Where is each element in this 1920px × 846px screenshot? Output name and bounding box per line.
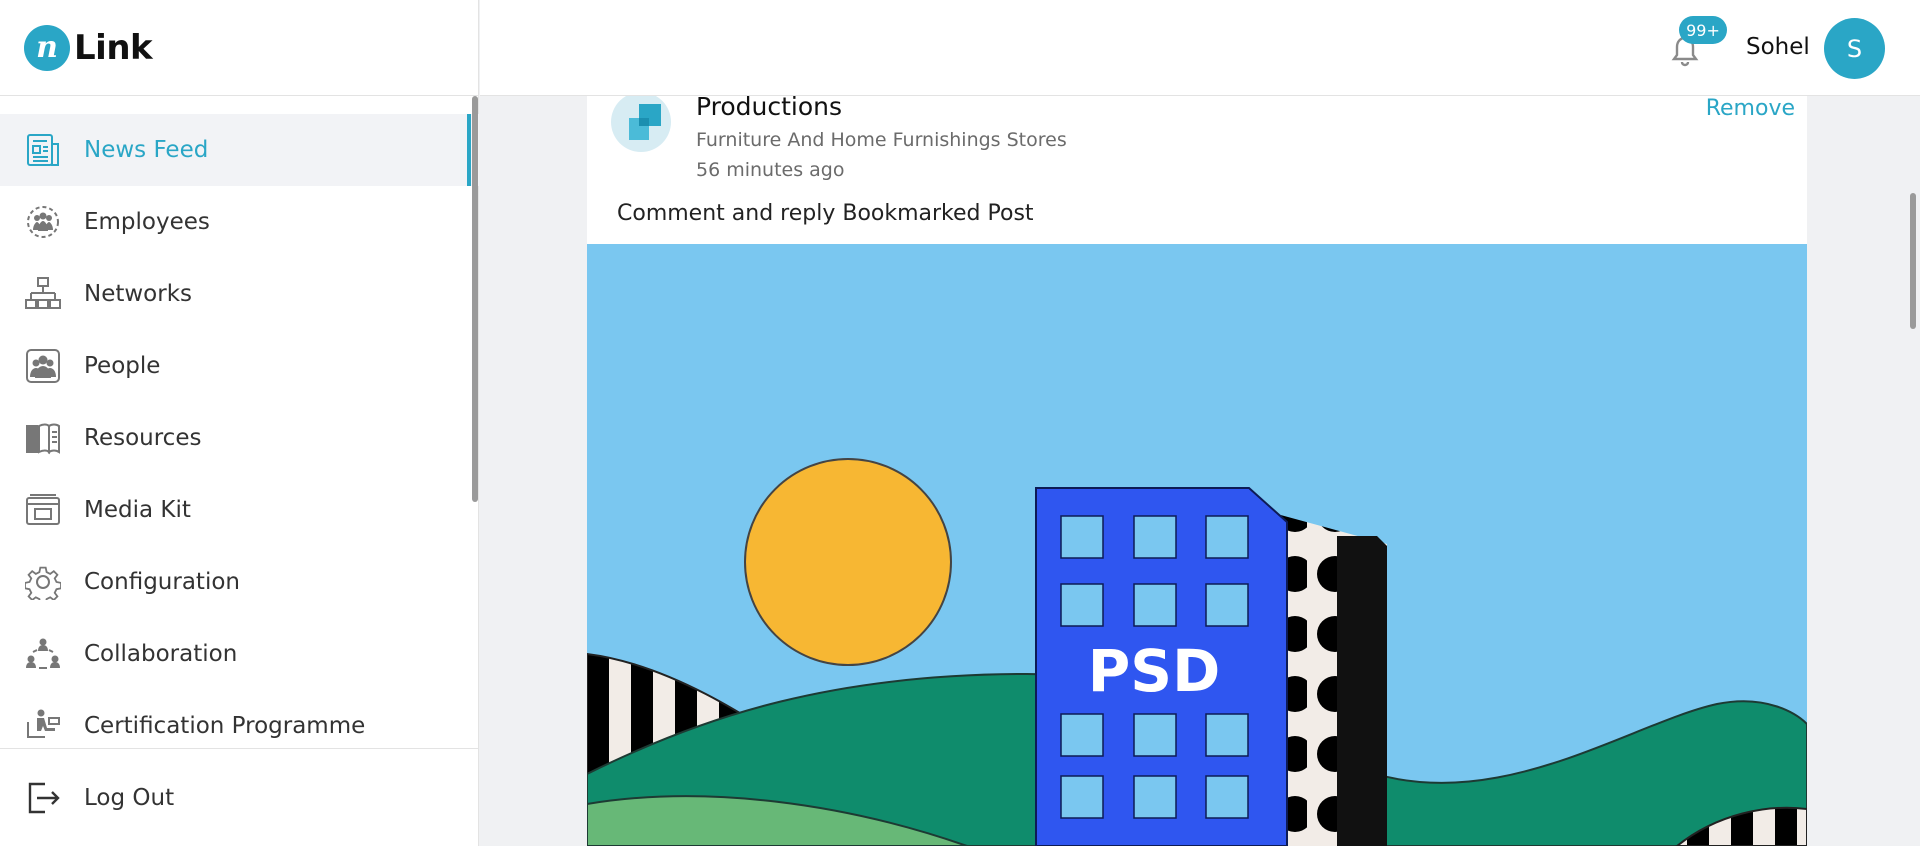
post-author-category: Furniture And Home Furnishings Stores bbox=[696, 129, 1067, 151]
sidebar-item-networks[interactable]: Networks bbox=[0, 258, 479, 330]
post-timestamp: 56 minutes ago bbox=[696, 159, 845, 181]
sidebar-item-label: Networks bbox=[84, 281, 193, 307]
post-card: Productions Furniture And Home Furnishin… bbox=[587, 96, 1807, 846]
sidebar-item-people[interactable]: People bbox=[0, 330, 479, 402]
logout-icon bbox=[24, 779, 62, 817]
sidebar-item-label: Media Kit bbox=[84, 497, 191, 523]
news-feed-icon bbox=[24, 131, 62, 169]
media-kit-icon bbox=[24, 491, 62, 529]
avatar[interactable]: S bbox=[1824, 18, 1885, 79]
main-scrollbar[interactable] bbox=[1910, 193, 1916, 329]
brand-logo[interactable]: n Link bbox=[0, 0, 478, 96]
sidebar-item-label: Certification Programme bbox=[84, 713, 366, 739]
post-author-avatar[interactable] bbox=[611, 96, 671, 152]
notification-badge: 99+ bbox=[1679, 16, 1727, 44]
certification-icon bbox=[24, 707, 62, 745]
logout-label: Log Out bbox=[84, 784, 175, 811]
sidebar-item-media-kit[interactable]: Media Kit bbox=[0, 474, 479, 546]
people-icon bbox=[24, 347, 62, 385]
sidebar: n Link News Feed Employees Networks Peop… bbox=[0, 0, 479, 846]
post-text: Comment and reply Bookmarked Post bbox=[617, 201, 1034, 226]
sidebar-item-collaboration[interactable]: Collaboration bbox=[0, 618, 479, 690]
sidebar-item-label: News Feed bbox=[84, 137, 209, 163]
post-image[interactable]: PSD bbox=[587, 244, 1807, 846]
top-header bbox=[480, 0, 1920, 96]
sidebar-item-label: Collaboration bbox=[84, 641, 238, 667]
sidebar-item-label: Configuration bbox=[84, 569, 240, 595]
collaboration-icon bbox=[24, 635, 62, 673]
sidebar-item-news-feed[interactable]: News Feed bbox=[0, 114, 479, 186]
logout-button[interactable]: Log Out bbox=[0, 748, 479, 846]
sidebar-item-label: People bbox=[84, 353, 161, 379]
sidebar-item-resources[interactable]: Resources bbox=[0, 402, 479, 474]
sidebar-item-employees[interactable]: Employees bbox=[0, 186, 479, 258]
book-icon bbox=[24, 419, 62, 457]
sidebar-item-certification[interactable]: Certification Programme bbox=[0, 690, 479, 748]
sidebar-item-configuration[interactable]: Configuration bbox=[0, 546, 479, 618]
network-icon bbox=[24, 275, 62, 313]
user-name[interactable]: Sohel bbox=[1746, 34, 1810, 60]
sidebar-item-label: Resources bbox=[84, 425, 202, 451]
post-author-name[interactable]: Productions bbox=[696, 96, 842, 121]
sidebar-nav: News Feed Employees Networks People Reso… bbox=[0, 96, 479, 748]
psd-label: PSD bbox=[1088, 637, 1220, 705]
gear-icon bbox=[24, 563, 62, 601]
logo-text: Link bbox=[74, 27, 153, 68]
remove-button[interactable]: Remove bbox=[1706, 96, 1795, 121]
sidebar-scrollbar[interactable] bbox=[472, 96, 478, 502]
logo-mark: n bbox=[24, 24, 70, 71]
sidebar-item-label: Employees bbox=[84, 209, 210, 235]
employees-icon bbox=[24, 203, 62, 241]
